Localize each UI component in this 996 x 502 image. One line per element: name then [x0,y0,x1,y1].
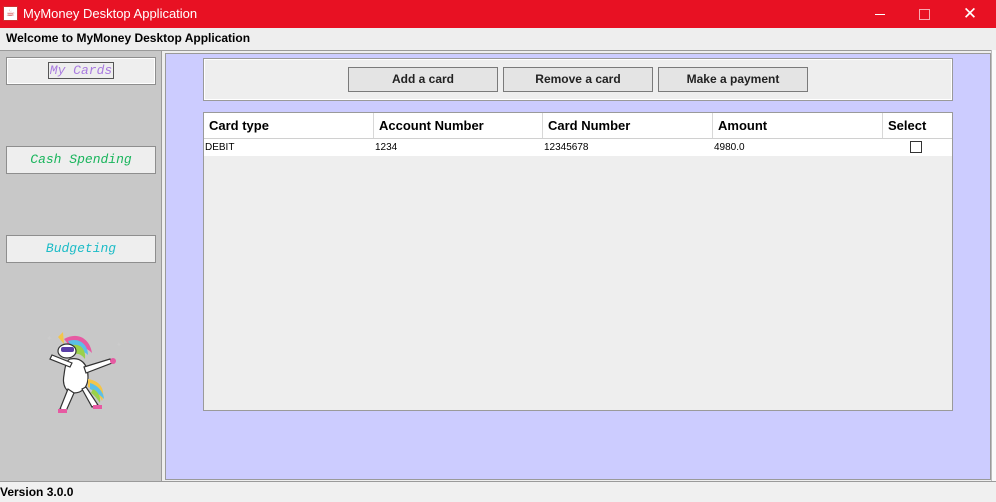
unicorn-arm [83,358,113,374]
cell-card-number: 12345678 [544,142,589,153]
welcome-label: Welcome to MyMoney Desktop Application [6,31,251,45]
unicorn-hoof [110,358,116,364]
sparkle-icon: ✦ [46,334,53,343]
window-edge [991,50,996,485]
sidebar-item-my-cards[interactable]: My Cards [6,57,156,85]
column-header-select[interactable]: Select [883,113,952,138]
table-row[interactable]: DEBIT 1234 12345678 4980.0 [204,139,952,156]
cell-amount: 4980.0 [714,142,745,153]
table-header: Card type Account Number Card Number Amo… [204,113,952,139]
column-header-account-number[interactable]: Account Number [374,113,543,138]
unicorn-mascot-image: ✦ ✦ [46,332,122,413]
version-label: Version 3.0.0 [0,485,74,499]
sidebar-item-label: Cash Spending [30,152,132,167]
unicorn-horn [58,332,64,344]
column-header-amount[interactable]: Amount [713,113,883,138]
unicorn-hoof [58,409,67,413]
minimize-button[interactable] [857,0,903,28]
minimize-icon [875,13,885,15]
unicorn-leg [59,388,75,412]
select-checkbox[interactable] [910,141,922,153]
sidebar-item-label: My Cards [47,62,115,79]
sparkle-icon: ✦ [116,341,122,349]
close-icon: ✕ [962,3,978,24]
remove-card-button[interactable]: Remove a card [503,67,653,92]
make-payment-button[interactable]: Make a payment [658,67,808,92]
cards-table: Card type Account Number Card Number Amo… [203,112,953,411]
sidebar-item-label: Budgeting [45,241,117,256]
sidebar: My Cards Cash Spending Budgeting ✦ ✦ [0,51,162,481]
add-card-button[interactable]: Add a card [348,67,498,92]
maximize-button[interactable] [901,0,947,28]
window-title: MyMoney Desktop Application [23,6,198,21]
unicorn-hoof [93,405,102,409]
main-panel: Add a card Remove a card Make a payment … [165,53,991,480]
maximize-icon [918,8,930,20]
cell-card-type: DEBIT [205,142,235,153]
app-window: ☕ MyMoney Desktop Application ✕ Welcome … [0,0,996,502]
sidebar-item-cash-spending[interactable]: Cash Spending [6,146,156,174]
java-cup-icon: ☕ [3,6,18,21]
card-toolbar: Add a card Remove a card Make a payment [203,58,953,101]
title-bar[interactable]: ☕ MyMoney Desktop Application ✕ [0,0,996,28]
column-header-card-number[interactable]: Card Number [543,113,713,138]
unicorn-sunglasses [61,347,74,352]
close-button[interactable]: ✕ [947,0,993,28]
column-header-card-type[interactable]: Card type [204,113,374,138]
cell-account-number: 1234 [375,142,398,153]
sidebar-item-budgeting[interactable]: Budgeting [6,235,156,263]
status-bar: Version 3.0.0 [0,481,996,502]
